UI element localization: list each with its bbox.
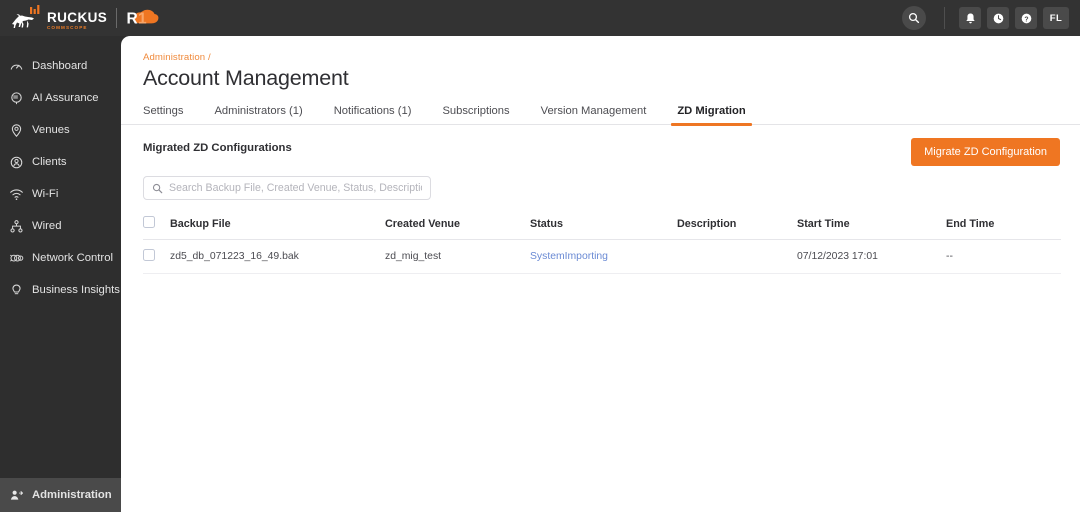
activity-history-button[interactable] (987, 7, 1009, 29)
administration-user-gear-icon (9, 488, 24, 503)
sidebar-nav-list: Dashboard AI Assurance Venues Clients Wi… (0, 36, 121, 478)
migrate-zd-configuration-button[interactable]: Migrate ZD Configuration (911, 138, 1060, 166)
sidebar-item-administration[interactable]: Administration (0, 478, 121, 512)
sidebar-item-venues[interactable]: Venues (0, 114, 121, 146)
table-header-row: Backup File Created Venue Status Descrip… (143, 216, 1061, 240)
r1-cloud-icon: R 1 (127, 9, 159, 28)
column-header-start-time[interactable]: Start Time (797, 216, 946, 240)
notifications-button[interactable] (959, 7, 981, 29)
content-inner: Administration / Account Management Sett… (121, 36, 1080, 274)
status-badge[interactable]: SystemImporting (530, 251, 608, 262)
select-all-header (143, 216, 170, 240)
search-input[interactable] (169, 182, 422, 194)
brand-logo-group[interactable]: RUCKUS COMMSCOPE R 1 (0, 0, 159, 36)
column-header-status[interactable]: Status (530, 216, 677, 240)
cell-end-time: -- (946, 239, 1061, 274)
wifi-icon (9, 187, 24, 202)
sidebar-item-label: Network Control (32, 252, 113, 264)
clients-user-icon (9, 155, 24, 170)
migrated-zd-configurations-table: Backup File Created Venue Status Descrip… (143, 216, 1061, 274)
sidebar-item-label: Wi-Fi (32, 188, 59, 200)
ai-assurance-icon (9, 91, 24, 106)
cell-start-time: 07/12/2023 17:01 (797, 239, 946, 274)
svg-text:1: 1 (138, 11, 147, 28)
search-icon (908, 12, 920, 24)
network-control-icon (9, 251, 24, 266)
sidebar-item-wired[interactable]: Wired (0, 210, 121, 242)
sidebar-item-label: Venues (32, 124, 70, 136)
svg-text:R: R (127, 11, 138, 28)
sidebar-item-ai-assurance[interactable]: AI Assurance (0, 82, 121, 114)
table-search-box[interactable] (143, 176, 431, 200)
dashboard-gauge-icon (9, 59, 24, 74)
search-icon (152, 183, 163, 193)
column-header-created-venue[interactable]: Created Venue (385, 216, 530, 240)
tab-version-management[interactable]: Version Management (541, 105, 647, 124)
section-header-row: Migrated ZD Configurations Migrate ZD Co… (143, 138, 1060, 166)
tab-administrators[interactable]: Administrators (1) (214, 105, 302, 124)
tab-bar: Settings Administrators (1) Notification… (121, 105, 1080, 126)
ruckus-name: RUCKUS (47, 10, 108, 26)
ruckus-dog-icon (12, 5, 40, 28)
clock-history-icon (993, 13, 1003, 23)
svg-text:?: ? (1024, 16, 1028, 23)
tab-zd-migration[interactable]: ZD Migration (671, 105, 753, 126)
sidebar-item-label: Business Insights (32, 284, 120, 296)
sidebar-item-label: Wired (32, 220, 62, 232)
help-button[interactable]: ? (1015, 7, 1037, 29)
header-icon-group: ? FL (959, 7, 1080, 29)
sidebar-item-clients[interactable]: Clients (0, 146, 121, 178)
global-search-button[interactable] (902, 6, 926, 30)
ruckus-wordmark: RUCKUS COMMSCOPE (47, 11, 107, 31)
cell-created-venue: zd_mig_test (385, 239, 530, 274)
sidebar-bottom-group: Administration (0, 478, 121, 512)
column-header-end-time[interactable]: End Time (946, 216, 1061, 240)
column-header-description[interactable]: Description (677, 216, 797, 240)
select-all-checkbox[interactable] (143, 216, 155, 228)
header-divider (944, 7, 945, 29)
sidebar-item-label: Administration (32, 489, 112, 501)
r1-product-logo: R 1 (126, 7, 159, 29)
cell-status: SystemImporting (530, 239, 677, 274)
breadcrumb[interactable]: Administration / (143, 52, 1060, 63)
row-checkbox[interactable] (143, 249, 155, 261)
sidebar: Dashboard AI Assurance Venues Clients Wi… (0, 36, 121, 512)
column-header-backup-file[interactable]: Backup File (170, 216, 385, 240)
commscope-subtitle: COMMSCOPE (47, 25, 88, 31)
sidebar-item-dashboard[interactable]: Dashboard (0, 50, 121, 82)
sidebar-item-wifi[interactable]: Wi-Fi (0, 178, 121, 210)
notifications-bell-icon (965, 12, 975, 23)
table-row[interactable]: zd5_db_071223_16_49.bak zd_mig_test Syst… (143, 239, 1061, 274)
sidebar-item-network-control[interactable]: Network Control (0, 242, 121, 274)
sidebar-item-label: Dashboard (32, 60, 88, 72)
sidebar-item-label: AI Assurance (32, 92, 99, 104)
ruckus-logo: RUCKUS COMMSCOPE (10, 5, 107, 31)
tab-notifications[interactable]: Notifications (1) (334, 105, 412, 124)
section-title: Migrated ZD Configurations (143, 142, 292, 154)
brand-divider (116, 8, 118, 28)
row-select-cell (143, 239, 170, 274)
user-avatar[interactable]: FL (1043, 7, 1069, 29)
top-bar: RUCKUS COMMSCOPE R 1 ? FL (0, 0, 1080, 36)
wired-network-icon (9, 219, 24, 234)
cell-backup-file: zd5_db_071223_16_49.bak (170, 239, 385, 274)
app-window: RUCKUS COMMSCOPE R 1 ? FL Dashboard AI A… (0, 0, 1080, 512)
content-panel: Administration / Account Management Sett… (121, 36, 1080, 512)
business-insights-bulb-icon (9, 283, 24, 298)
tab-subscriptions[interactable]: Subscriptions (442, 105, 509, 124)
venue-pin-icon (9, 123, 24, 138)
table-head: Backup File Created Venue Status Descrip… (143, 216, 1061, 240)
sidebar-item-label: Clients (32, 156, 67, 168)
sidebar-item-business-insights[interactable]: Business Insights (0, 274, 121, 306)
table-body: zd5_db_071223_16_49.bak zd_mig_test Syst… (143, 239, 1061, 274)
help-question-icon: ? (1021, 13, 1031, 23)
cell-description (677, 239, 797, 274)
page-title: Account Management (143, 66, 349, 90)
tab-settings[interactable]: Settings (143, 105, 183, 124)
